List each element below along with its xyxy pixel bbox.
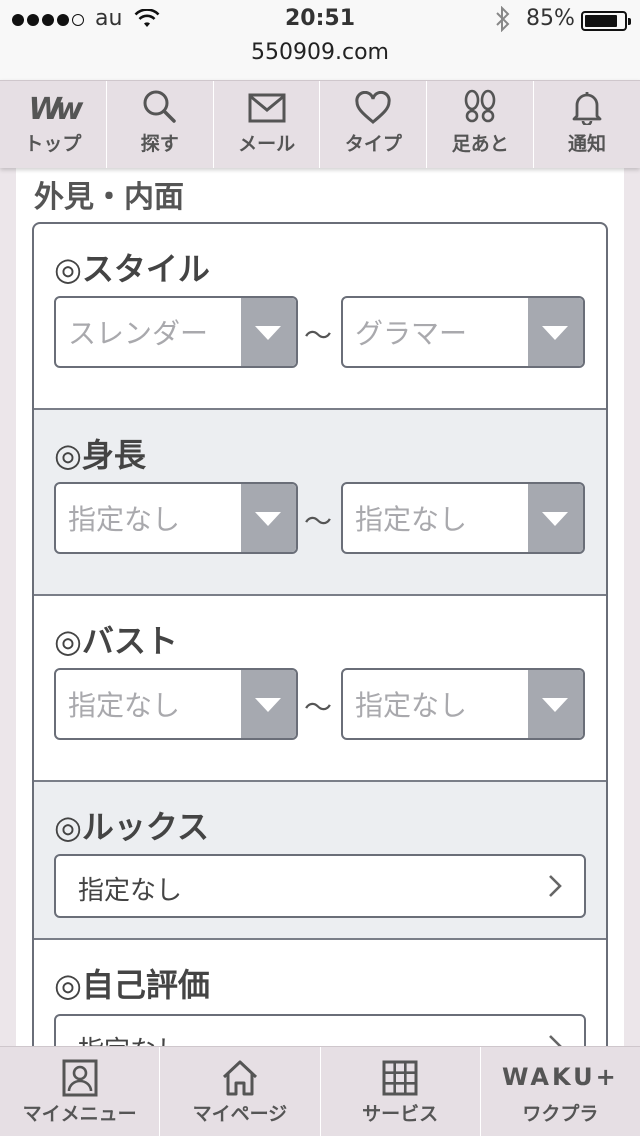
nav-footprints-label: 足あと [451, 133, 509, 155]
bell-icon [572, 92, 602, 125]
battery-percent: 85% [526, 6, 575, 31]
height-from-value: 指定なし [68, 503, 181, 536]
nav-services[interactable]: サービス [321, 1047, 481, 1136]
dropdown-arrow-icon [528, 484, 583, 552]
dropdown-arrow-icon [528, 298, 583, 366]
looks-select[interactable]: 指定なし [54, 854, 586, 918]
dropdown-arrow-icon [241, 484, 296, 552]
style-from-value: スレンダー [68, 317, 209, 350]
bust-to-value: 指定なし [355, 689, 468, 722]
ww-logo-icon: Ww [28, 92, 84, 127]
height-to-value: 指定なし [355, 503, 468, 536]
filter-style: ◎スタイル スレンダー 〜 グラマー [34, 224, 606, 410]
filter-looks: ◎ルックス 指定なし [34, 782, 606, 940]
filter-bust: ◎バスト 指定なし 〜 指定なし [34, 596, 606, 782]
nav-notifications-label: 通知 [568, 133, 607, 155]
range-separator: 〜 [304, 319, 333, 352]
filter-looks-title: ◎ルックス [54, 808, 209, 846]
nav-top-label: トップ [24, 133, 82, 155]
looks-value: 指定なし [78, 876, 183, 906]
battery-icon [581, 11, 631, 31]
nav-services-label: サービス [362, 1103, 439, 1125]
nav-notifications[interactable]: 通知 [534, 81, 640, 168]
nav-top[interactable]: Ww トップ [0, 81, 107, 168]
chevron-right-icon [549, 875, 562, 897]
status-bar: au 20:51 85% 550909.com [0, 0, 640, 80]
nav-my-page[interactable]: マイページ [160, 1047, 321, 1136]
user-card-icon [62, 1059, 98, 1097]
style-to-select[interactable]: グラマー [341, 296, 585, 368]
nav-search-label: 探す [140, 133, 179, 155]
nav-type[interactable]: タイプ [320, 81, 428, 168]
nav-search[interactable]: 探す [107, 81, 214, 168]
search-icon [143, 90, 176, 123]
waku-logo-icon: WAKU+ [502, 1063, 619, 1091]
filter-bust-title: ◎バスト [54, 622, 178, 660]
filter-self-rating-title: ◎自己評価 [54, 966, 210, 1004]
height-from-select[interactable]: 指定なし [54, 482, 298, 554]
nav-mail-label: メール [238, 133, 296, 155]
main-content: 外見・内面 ◎スタイル スレンダー 〜 グラマー ◎身長 指定なし 〜 指定なし… [16, 168, 624, 1048]
nav-type-label: タイプ [344, 133, 402, 155]
footprints-icon [464, 89, 496, 123]
nav-wakupura-label: ワクプラ [522, 1103, 599, 1125]
dropdown-arrow-icon [528, 670, 583, 738]
nav-my-page-label: マイページ [192, 1103, 288, 1125]
filter-self-rating: ◎自己評価 指定なし [34, 940, 606, 1048]
dropdown-arrow-icon [241, 670, 296, 738]
nav-my-menu[interactable]: マイメニュー [0, 1047, 161, 1136]
height-to-select[interactable]: 指定なし [341, 482, 585, 554]
filter-panel: ◎スタイル スレンダー 〜 グラマー ◎身長 指定なし 〜 指定なし ◎バスト … [32, 222, 608, 1048]
nav-footprints[interactable]: 足あと [427, 81, 535, 168]
nav-mail[interactable]: メール [214, 81, 321, 168]
heart-icon [355, 91, 391, 124]
style-from-select[interactable]: スレンダー [54, 296, 298, 368]
style-to-value: グラマー [355, 317, 468, 350]
filter-height-title: ◎身長 [54, 436, 146, 474]
home-icon [222, 1060, 257, 1096]
url-bar[interactable]: 550909.com [0, 40, 640, 65]
battery-fill [585, 15, 617, 27]
bust-from-select[interactable]: 指定なし [54, 668, 298, 740]
grid-icon [382, 1060, 418, 1096]
top-nav: Ww トップ 探す メール タイプ 足あと 通知 [0, 80, 640, 168]
filter-style-title: ◎スタイル [54, 250, 210, 288]
mail-icon [248, 93, 286, 123]
dropdown-arrow-icon [241, 298, 296, 366]
section-title: 外見・内面 [34, 180, 184, 215]
bottom-nav: マイメニュー マイページ サービス WAKU+ ワクプラ [0, 1046, 640, 1136]
filter-height: ◎身長 指定なし 〜 指定なし [34, 410, 606, 596]
range-separator: 〜 [304, 691, 333, 724]
nav-wakupura[interactable]: WAKU+ ワクプラ [481, 1047, 640, 1136]
self-rating-select[interactable]: 指定なし [54, 1014, 586, 1048]
bluetooth-icon [496, 6, 510, 32]
range-separator: 〜 [304, 505, 333, 538]
bust-from-value: 指定なし [68, 689, 181, 722]
nav-my-menu-label: マイメニュー [22, 1103, 137, 1125]
bust-to-select[interactable]: 指定なし [341, 668, 585, 740]
